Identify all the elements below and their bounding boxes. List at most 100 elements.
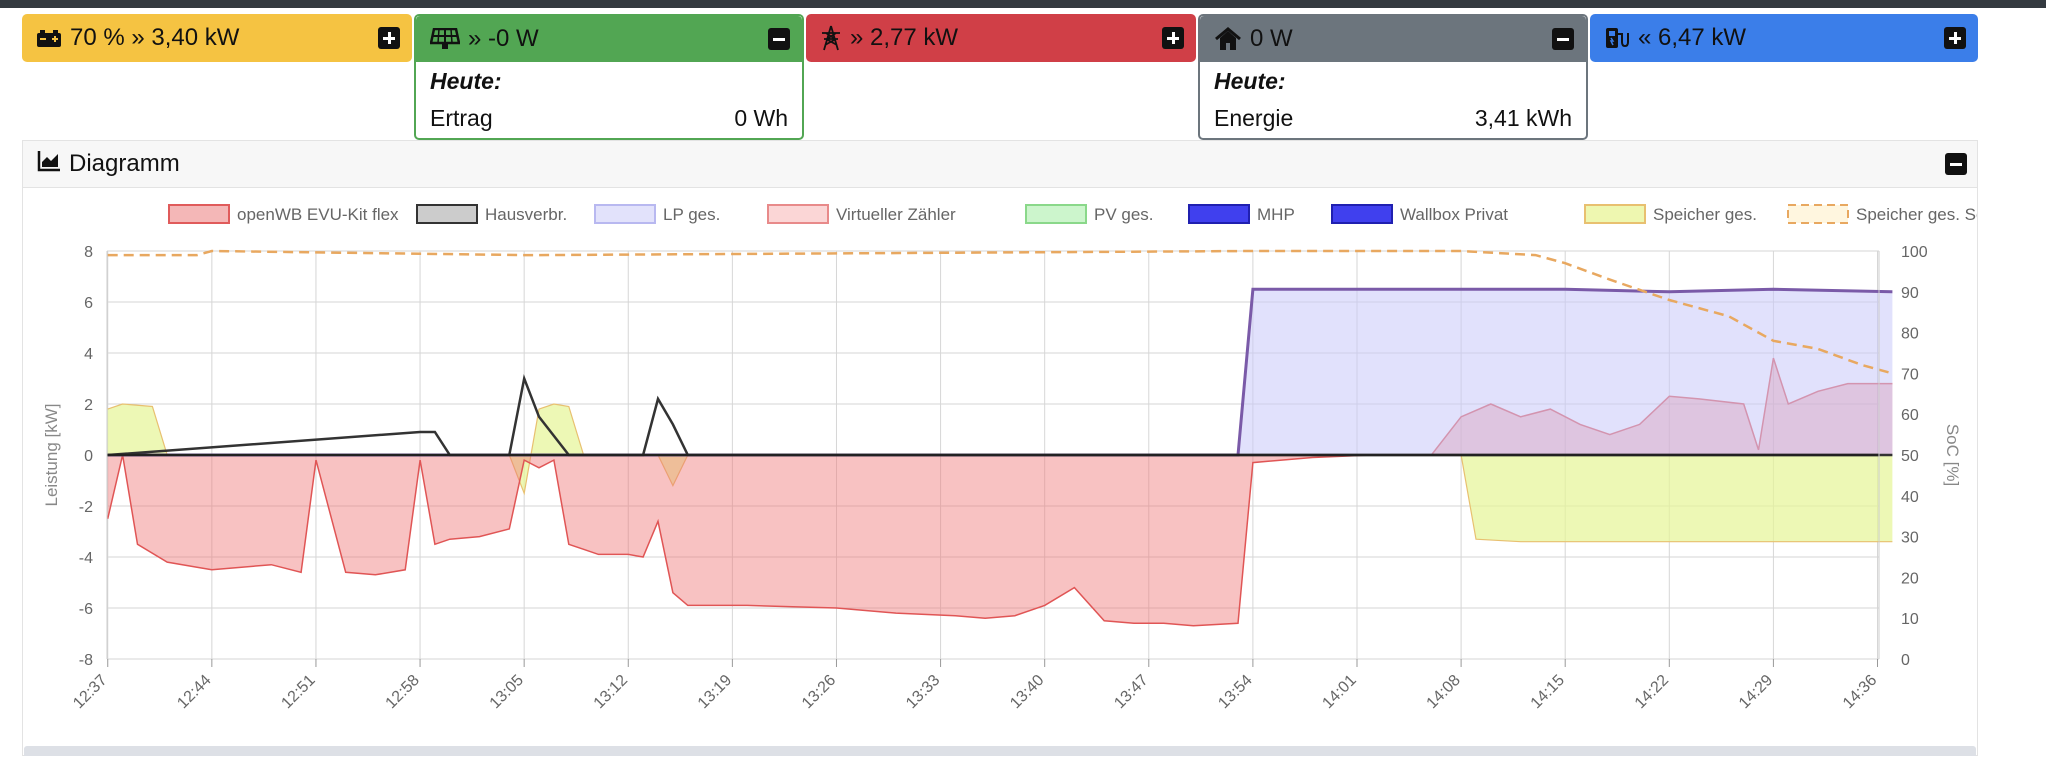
x-tick-label: 13:05 — [487, 672, 527, 712]
chart-series — [106, 249, 1893, 627]
y-axis-title: Leistung [kW] — [42, 404, 61, 507]
legend-label: Speicher ges. — [1653, 205, 1757, 224]
charging-station-icon — [1604, 26, 1630, 50]
charge-card-header: « 6,47 kW — [1590, 14, 1978, 62]
y-tick-label: -8 — [79, 652, 93, 669]
collapse-house-button[interactable] — [1552, 28, 1574, 50]
x-tick-label: 13:47 — [1111, 672, 1151, 712]
legend-label: Speicher ges. SoC — [1856, 205, 1977, 224]
y2-tick-label: 0 — [1901, 652, 1910, 669]
diagram-panel: Diagramm openWB EVU-Kit flex Hausverbr. LP… — [22, 140, 1978, 756]
power-chart[interactable]: openWB EVU-Kit flex Hausverbr. LP ges. Virt… — [23, 189, 1977, 757]
x-tick-label: 12:44 — [174, 672, 214, 712]
legend-swatch — [168, 204, 230, 224]
x-tick-label: 12:51 — [278, 672, 318, 712]
pv-status-text: » -0 W — [468, 25, 539, 52]
legend-label: PV ges. — [1094, 205, 1154, 224]
house-today-heading: Heute: — [1214, 68, 1286, 94]
diagram-title: Diagramm — [69, 150, 180, 177]
house-energy-label: Energie — [1214, 105, 1294, 131]
grid-card[interactable]: » 2,77 kW — [806, 14, 1196, 62]
y-tick-label: -6 — [79, 601, 93, 618]
x-tick-label: 13:26 — [799, 672, 839, 712]
pv-card-body: Heute: Ertrag 0 Wh — [416, 62, 802, 138]
house-icon — [1214, 27, 1242, 51]
legend-swatch — [1331, 204, 1393, 224]
y-tick-label: 6 — [84, 295, 93, 312]
y2-axis-title: SoC [%] — [1943, 424, 1962, 486]
legend-label: Wallbox Privat — [1400, 205, 1508, 224]
x-tick-label: 14:15 — [1528, 672, 1568, 712]
house-card-body: Heute: Energie 3,41 kWh — [1200, 62, 1586, 138]
x-tick-label: 14:22 — [1632, 672, 1672, 712]
legend-swatch — [767, 204, 829, 224]
pv-yield-value: 0 Wh — [734, 105, 788, 131]
house-energy-value: 3,41 kWh — [1474, 105, 1572, 131]
x-tick-label: 14:29 — [1736, 672, 1776, 712]
grid-card-header: » 2,77 kW — [806, 14, 1196, 62]
x-tick-label: 13:54 — [1215, 672, 1255, 712]
y2-tick-label: 70 — [1901, 366, 1919, 383]
x-tick-label: 12:58 — [383, 672, 423, 712]
legend-swatch — [416, 204, 478, 224]
legend-label: Hausverbr. — [485, 205, 567, 224]
grid-status-text: » 2,77 kW — [850, 24, 959, 51]
battery-card[interactable]: 70 % » 3,40 kW — [22, 14, 412, 62]
charge-status-text: « 6,47 kW — [1638, 24, 1747, 51]
top-bar — [0, 0, 2046, 8]
legend-label: Virtueller Zähler — [836, 205, 956, 224]
legend-swatch — [1584, 204, 1646, 224]
chart-area-icon — [37, 150, 61, 179]
pv-card[interactable]: » -0 W Heute: Ertrag 0 Wh — [414, 14, 804, 140]
y2-tick-label: 100 — [1901, 244, 1928, 261]
legend-label: MHP — [1257, 205, 1295, 224]
battery-status-text: 70 % » 3,40 kW — [70, 24, 240, 51]
y-tick-label: 0 — [84, 448, 93, 465]
y-tick-label: 4 — [84, 346, 93, 363]
solar-panel-icon — [430, 28, 460, 50]
legend-swatch — [1787, 204, 1849, 224]
horizontal-scrollbar[interactable] — [24, 746, 1976, 756]
y2-tick-label: 30 — [1901, 530, 1919, 547]
collapse-pv-button[interactable] — [768, 28, 790, 50]
legend-swatch — [594, 204, 656, 224]
collapse-diagram-button[interactable] — [1945, 153, 1967, 175]
x-tick-label: 13:33 — [903, 672, 943, 712]
y2-tick-label: 10 — [1901, 611, 1919, 628]
house-status-text: 0 W — [1250, 25, 1293, 52]
chart-legend: openWB EVU-Kit flex Hausverbr. LP ges. Virt… — [168, 204, 1977, 224]
legend-swatch — [1188, 204, 1250, 224]
pv-today-heading: Heute: — [430, 68, 502, 94]
x-tick-label: 13:40 — [1007, 672, 1047, 712]
legend-swatch — [1025, 204, 1087, 224]
y2-tick-label: 50 — [1901, 448, 1919, 465]
x-tick-label: 14:01 — [1319, 672, 1359, 712]
y-tick-label: 2 — [84, 397, 93, 414]
pv-yield-label: Ertrag — [430, 105, 493, 131]
diagram-panel-header[interactable]: Diagramm — [23, 141, 1977, 188]
house-card-header: 0 W — [1200, 16, 1586, 62]
y2-tick-label: 20 — [1901, 570, 1919, 587]
series-area — [107, 289, 1893, 455]
house-card[interactable]: 0 W Heute: Energie 3,41 kWh — [1198, 14, 1588, 140]
power-tower-icon — [820, 25, 842, 51]
x-tick-label: 13:12 — [591, 672, 631, 712]
x-tick-label: 13:19 — [695, 672, 735, 712]
expand-charge-button[interactable] — [1944, 27, 1966, 49]
y-tick-label: 8 — [84, 244, 93, 261]
y2-tick-label: 40 — [1901, 489, 1919, 506]
legend-label: LP ges. — [663, 205, 720, 224]
battery-icon — [36, 28, 62, 48]
y2-tick-label: 60 — [1901, 407, 1919, 424]
y2-tick-label: 80 — [1901, 326, 1919, 343]
x-tick-label: 12:37 — [70, 672, 110, 712]
charge-card[interactable]: « 6,47 kW — [1590, 14, 1978, 62]
expand-battery-button[interactable] — [378, 27, 400, 49]
x-tick-label: 14:08 — [1424, 672, 1464, 712]
y-tick-label: -2 — [79, 499, 93, 516]
x-tick-label: 14:36 — [1840, 672, 1880, 712]
expand-grid-button[interactable] — [1162, 27, 1184, 49]
y2-tick-label: 90 — [1901, 285, 1919, 302]
pv-card-header: » -0 W — [416, 16, 802, 62]
battery-card-header: 70 % » 3,40 kW — [22, 14, 412, 62]
